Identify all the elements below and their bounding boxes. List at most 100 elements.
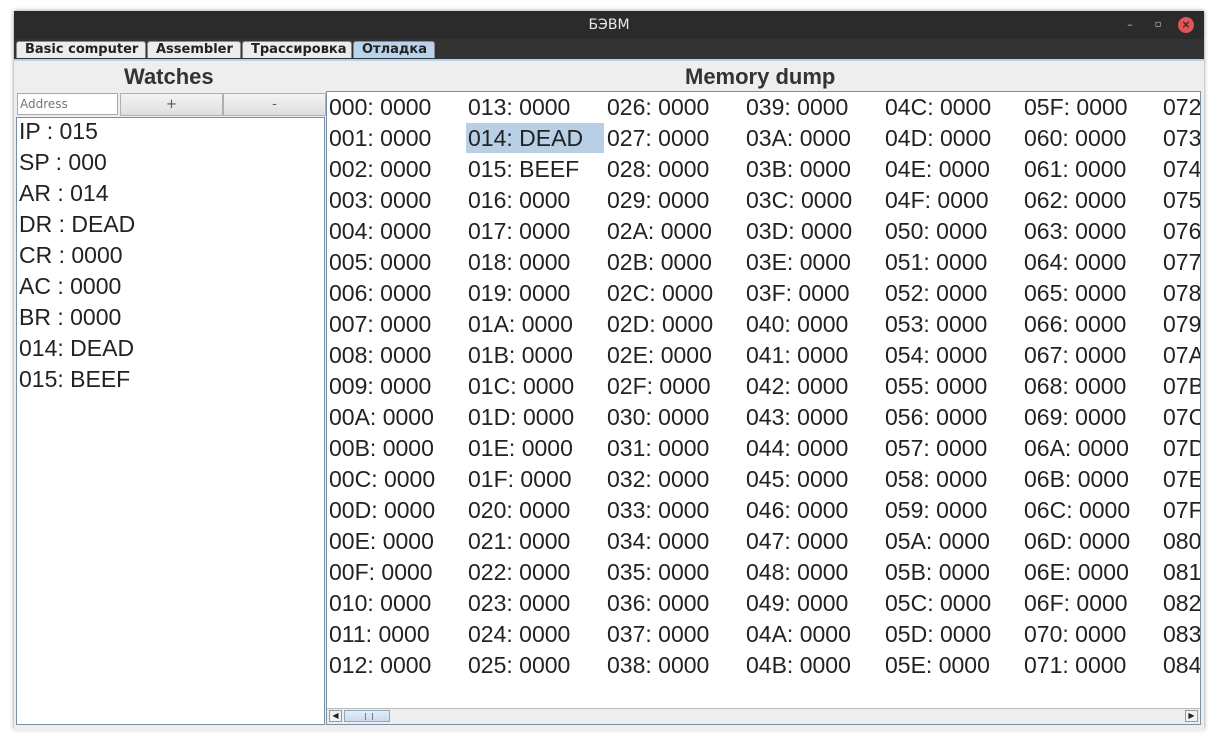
memory-cell[interactable]: 07E	[1161, 464, 1200, 494]
memory-cell[interactable]: 037: 0000	[605, 619, 709, 649]
memory-cell[interactable]: 06C: 0000	[1022, 495, 1130, 525]
memory-cell[interactable]: 05E: 0000	[883, 650, 990, 680]
memory-cell[interactable]: 05D: 0000	[883, 619, 991, 649]
memory-cell[interactable]: 05C: 0000	[883, 588, 991, 618]
memory-cell[interactable]: 02D: 0000	[605, 309, 713, 339]
memory-cell[interactable]: 040: 0000	[744, 309, 848, 339]
memory-cell[interactable]: 00B: 0000	[327, 433, 434, 463]
memory-cell[interactable]: 01D: 0000	[466, 402, 574, 432]
memory-cell[interactable]: 075	[1161, 185, 1200, 215]
memory-cell[interactable]: 030: 0000	[605, 402, 709, 432]
memory-cell[interactable]: 03A: 0000	[744, 123, 851, 153]
memory-cell[interactable]: 029: 0000	[605, 185, 709, 215]
scroll-right-icon[interactable]: ▶	[1185, 710, 1198, 722]
memory-cell[interactable]: 02A: 0000	[605, 216, 712, 246]
memory-cell[interactable]: 01E: 0000	[466, 433, 573, 463]
memory-cell[interactable]: 035: 0000	[605, 557, 709, 587]
memory-cell[interactable]: 076	[1161, 216, 1200, 246]
memory-cell[interactable]: 036: 0000	[605, 588, 709, 618]
minimize-icon[interactable]: –	[1122, 17, 1138, 33]
memory-cell[interactable]: 070: 0000	[1022, 619, 1126, 649]
memory-cell[interactable]: 07A	[1161, 340, 1200, 370]
memory-cell[interactable]: 01C: 0000	[466, 371, 574, 401]
watch-item[interactable]: IP : 015	[19, 118, 98, 145]
memory-cell[interactable]: 064: 0000	[1022, 247, 1126, 277]
memory-cell[interactable]: 061: 0000	[1022, 154, 1126, 184]
memory-cell[interactable]: 04B: 0000	[744, 650, 851, 680]
memory-cell[interactable]: 058: 0000	[883, 464, 987, 494]
memory-cell[interactable]: 003: 0000	[327, 185, 431, 215]
watch-list[interactable]: IP : 015 SP : 000 AR : 014 DR : DEAD CR …	[16, 117, 325, 725]
memory-cell[interactable]: 005: 0000	[327, 247, 431, 277]
horizontal-scrollbar[interactable]: ◀ ▶	[327, 708, 1200, 724]
memory-dump-grid[interactable]: 000: 0000 001: 0000 002: 0000 003: 0000 004:…	[326, 91, 1201, 725]
memory-cell[interactable]: 054: 0000	[883, 340, 987, 370]
memory-cell[interactable]: 06B: 0000	[1022, 464, 1129, 494]
watch-item[interactable]: CR : 0000	[19, 242, 123, 269]
memory-cell[interactable]: 033: 0000	[605, 495, 709, 525]
memory-cell[interactable]: 07B	[1161, 371, 1200, 401]
memory-cell[interactable]: 07C	[1161, 402, 1200, 432]
memory-cell[interactable]: 079	[1161, 309, 1200, 339]
memory-cell[interactable]: 083	[1161, 619, 1200, 649]
memory-cell[interactable]: 066: 0000	[1022, 309, 1126, 339]
memory-cell[interactable]: 071: 0000	[1022, 650, 1126, 680]
memory-cell[interactable]: 02F: 0000	[605, 371, 711, 401]
memory-cell[interactable]: 02C: 0000	[605, 278, 713, 308]
memory-cell[interactable]: 048: 0000	[744, 557, 848, 587]
memory-cell[interactable]: 039: 0000	[744, 92, 848, 122]
memory-cell[interactable]: 027: 0000	[605, 123, 709, 153]
memory-cell[interactable]: 011: 0000	[327, 619, 430, 649]
memory-cell[interactable]: 012: 0000	[327, 650, 431, 680]
memory-cell[interactable]: 019: 0000	[466, 278, 570, 308]
title-bar[interactable]: БЭВМ – ▫ ×	[14, 11, 1204, 39]
watch-item[interactable]: BR : 0000	[19, 304, 121, 331]
tab-tracing[interactable]: Трассировка	[242, 41, 352, 58]
memory-cell[interactable]: 052: 0000	[883, 278, 987, 308]
memory-cell[interactable]: 060: 0000	[1022, 123, 1126, 153]
memory-cell[interactable]: 080	[1161, 526, 1200, 556]
memory-cell[interactable]: 06D: 0000	[1022, 526, 1130, 556]
memory-cell[interactable]: 013: 0000	[466, 92, 570, 122]
memory-cell[interactable]: 020: 0000	[466, 495, 570, 525]
memory-cell[interactable]: 03B: 0000	[744, 154, 851, 184]
memory-cell[interactable]: 04C: 0000	[883, 92, 991, 122]
memory-cell[interactable]: 034: 0000	[605, 526, 709, 556]
memory-cell[interactable]: 069: 0000	[1022, 402, 1126, 432]
memory-cell[interactable]: 084	[1161, 650, 1200, 680]
add-watch-button[interactable]: +	[120, 93, 223, 116]
watch-item[interactable]: SP : 000	[19, 149, 107, 176]
memory-cell[interactable]: 03C: 0000	[744, 185, 852, 215]
memory-cell[interactable]: 063: 0000	[1022, 216, 1126, 246]
memory-cell[interactable]: 01B: 0000	[466, 340, 573, 370]
memory-cell[interactable]: 014: DEAD	[466, 123, 604, 153]
memory-cell[interactable]: 067: 0000	[1022, 340, 1126, 370]
memory-cell[interactable]: 043: 0000	[744, 402, 848, 432]
tab-debug[interactable]: Отладка	[353, 41, 435, 58]
address-input[interactable]	[17, 93, 118, 115]
memory-cell[interactable]: 00E: 0000	[327, 526, 434, 556]
memory-cell[interactable]: 082	[1161, 588, 1200, 618]
memory-cell[interactable]: 010: 0000	[327, 588, 431, 618]
memory-cell[interactable]: 057: 0000	[883, 433, 987, 463]
memory-cell[interactable]: 01F: 0000	[466, 464, 572, 494]
watch-item[interactable]: 014: DEAD	[19, 335, 134, 362]
memory-cell[interactable]: 024: 0000	[466, 619, 570, 649]
memory-cell[interactable]: 021: 0000	[466, 526, 570, 556]
memory-cell[interactable]: 053: 0000	[883, 309, 987, 339]
memory-cell[interactable]: 06A: 0000	[1022, 433, 1129, 463]
memory-cell[interactable]: 04F: 0000	[883, 185, 989, 215]
memory-cell[interactable]: 026: 0000	[605, 92, 709, 122]
scroll-left-icon[interactable]: ◀	[329, 710, 342, 722]
memory-cell[interactable]: 044: 0000	[744, 433, 848, 463]
memory-cell[interactable]: 025: 0000	[466, 650, 570, 680]
memory-cell[interactable]: 008: 0000	[327, 340, 431, 370]
memory-cell[interactable]: 00A: 0000	[327, 402, 434, 432]
memory-cell[interactable]: 03F: 0000	[744, 278, 850, 308]
memory-cell[interactable]: 02B: 0000	[605, 247, 712, 277]
memory-cell[interactable]: 007: 0000	[327, 309, 431, 339]
memory-cell[interactable]: 074	[1161, 154, 1200, 184]
memory-cell[interactable]: 04D: 0000	[883, 123, 991, 153]
memory-cell[interactable]: 031: 0000	[605, 433, 709, 463]
memory-cell[interactable]: 002: 0000	[327, 154, 431, 184]
